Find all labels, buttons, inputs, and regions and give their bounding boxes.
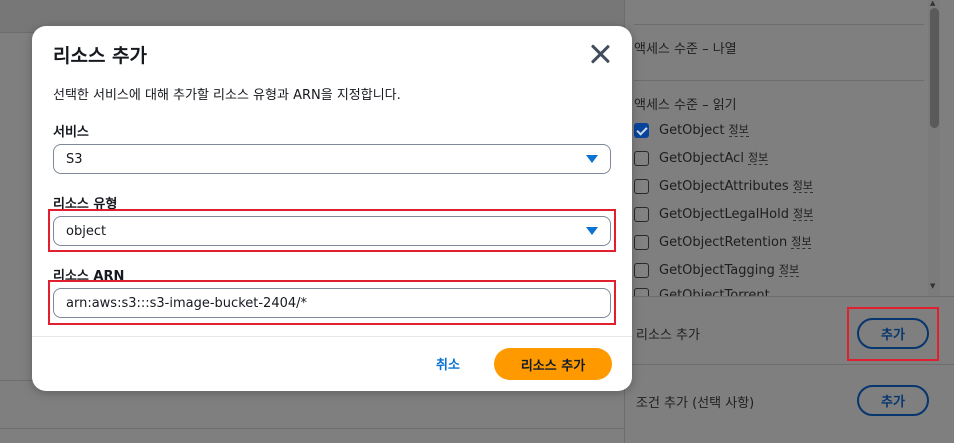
service-value: S3 bbox=[66, 151, 83, 167]
permission-label: GetObject bbox=[659, 122, 725, 138]
checkbox[interactable] bbox=[634, 234, 649, 250]
highlight-box bbox=[847, 307, 939, 361]
service-select[interactable]: S3 bbox=[53, 144, 611, 174]
divider bbox=[634, 24, 924, 25]
permission-getobjectlegalhold[interactable]: GetObjectLegalHold 정보 bbox=[634, 204, 814, 224]
permission-label: GetObjectTorrent bbox=[659, 288, 770, 296]
dialog-title: 리소스 추가 bbox=[53, 45, 148, 67]
permission-getobjectretention[interactable]: GetObjectRetention 정보 bbox=[634, 232, 812, 252]
add-condition-button[interactable]: 추가 bbox=[857, 385, 929, 416]
divider bbox=[624, 364, 954, 365]
scrollbar-thumb[interactable] bbox=[930, 8, 939, 128]
permission-label: GetObjectLegalHold bbox=[659, 206, 789, 222]
list-access-heading[interactable]: 액세스 수준 – 나열 bbox=[634, 38, 737, 57]
read-access-heading[interactable]: 액세스 수준 – 읽기 bbox=[634, 94, 737, 113]
info-link[interactable]: 정보 bbox=[778, 263, 800, 277]
divider bbox=[624, 296, 954, 297]
permission-label: GetObjectAcl bbox=[659, 150, 744, 166]
info-link[interactable]: 정보 bbox=[791, 235, 812, 249]
add-resource-dialog: 리소스 추가 선택한 서비스에 대해 추가할 리소스 유형과 ARN을 지정합니… bbox=[32, 26, 632, 391]
permission-getobjectacl[interactable]: GetObjectAcl 정보 bbox=[634, 148, 769, 168]
add-resource-heading: 리소스 추가 bbox=[636, 328, 700, 343]
permission-getobjecttorrent[interactable]: GetObjectTorrent bbox=[634, 288, 770, 296]
cancel-button[interactable]: 취소 bbox=[426, 352, 470, 374]
close-icon[interactable] bbox=[589, 43, 611, 65]
permission-getobjecttagging[interactable]: GetObjectTagging 정보 bbox=[634, 260, 800, 280]
checkbox[interactable] bbox=[634, 150, 649, 166]
add-resource-submit-button[interactable]: 리소스 추가 bbox=[494, 348, 612, 380]
highlight-box bbox=[48, 280, 616, 325]
info-link[interactable]: 정보 bbox=[792, 207, 814, 221]
add-condition-heading: 조건 추가 (선택 사항) bbox=[636, 396, 755, 411]
scroll-up-icon[interactable]: ▲ bbox=[930, 0, 935, 7]
side-panel-scrollbar[interactable]: ▲ ▼ bbox=[928, 0, 940, 296]
checkbox[interactable] bbox=[634, 178, 649, 194]
info-link[interactable]: 정보 bbox=[747, 151, 769, 165]
scroll-down-icon[interactable]: ▼ bbox=[930, 282, 935, 290]
divider bbox=[634, 80, 924, 81]
checkbox[interactable] bbox=[634, 206, 649, 222]
dialog-description: 선택한 서비스에 대해 추가할 리소스 유형과 ARN을 지정합니다. bbox=[53, 88, 401, 103]
permission-getobject[interactable]: GetObject 정보 bbox=[634, 120, 749, 140]
service-label: 서비스 bbox=[53, 125, 89, 140]
divider bbox=[0, 428, 624, 429]
caret-down-icon bbox=[586, 155, 598, 163]
permission-label: GetObjectTagging bbox=[659, 262, 775, 278]
checkbox[interactable] bbox=[634, 288, 649, 296]
checkbox[interactable] bbox=[634, 262, 649, 278]
checkbox[interactable] bbox=[634, 122, 649, 138]
permission-label: GetObjectAttributes bbox=[659, 178, 789, 194]
permission-getobjectattributes[interactable]: GetObjectAttributes 정보 bbox=[634, 176, 813, 196]
info-link[interactable]: 정보 bbox=[792, 179, 813, 193]
highlight-box bbox=[48, 209, 616, 252]
permission-label: GetObjectRetention bbox=[659, 234, 788, 250]
dialog-footer-divider bbox=[32, 336, 632, 337]
info-link[interactable]: 정보 bbox=[728, 123, 749, 137]
